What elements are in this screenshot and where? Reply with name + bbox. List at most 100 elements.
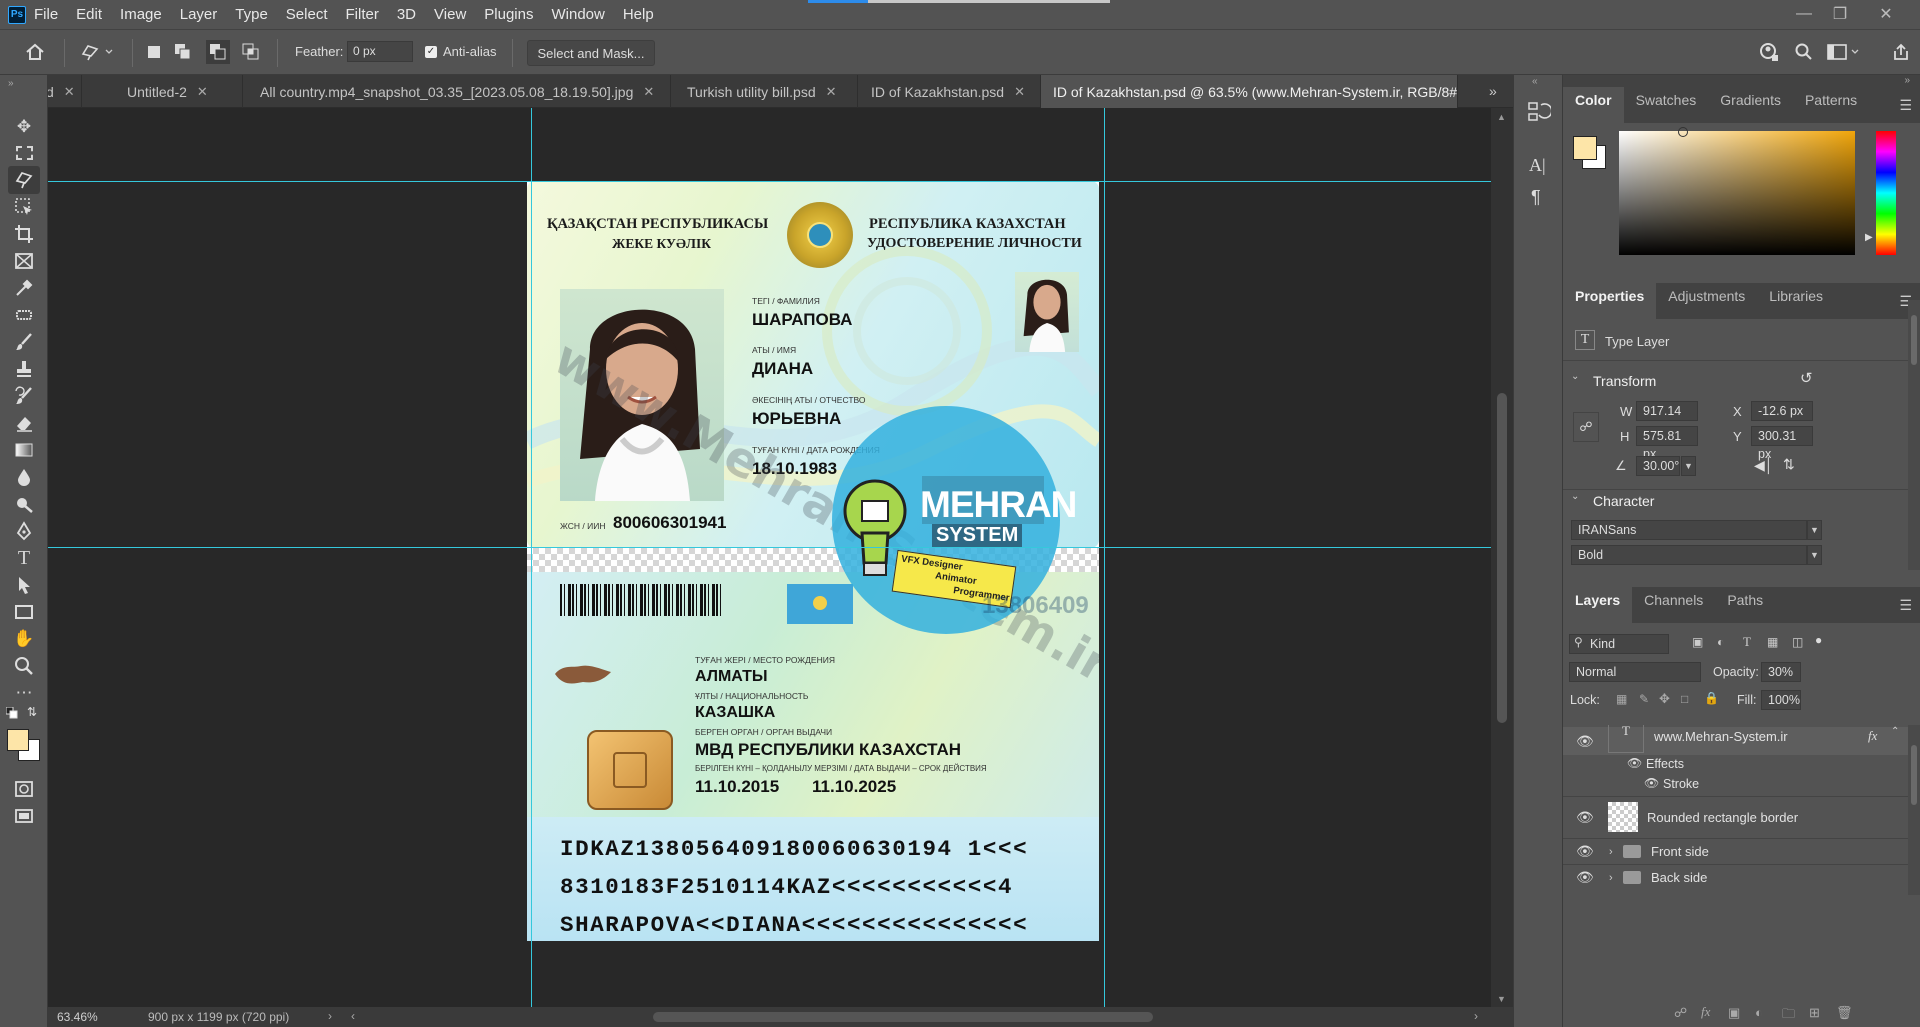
status-arrow-icon[interactable]: › (328, 1009, 332, 1023)
layer-stroke-row[interactable]: 👁 Stroke (1609, 775, 1908, 795)
layer-fx-icon[interactable]: fx (1868, 728, 1877, 744)
tab-swatches[interactable]: Swatches (1624, 87, 1709, 123)
stamp-tool-icon[interactable] (8, 355, 40, 383)
guide-vertical-2[interactable] (1104, 108, 1105, 1007)
swap-colors-icon[interactable]: ⇅ (27, 705, 37, 719)
tab-layers[interactable]: Layers (1563, 587, 1633, 623)
share-user-icon[interactable] (1757, 40, 1781, 64)
filter-smart-object-icon[interactable]: ◫ (1792, 635, 1803, 649)
color-panel-menu-icon[interactable]: ☰ (1899, 97, 1912, 114)
foreground-color-swatch[interactable] (7, 729, 29, 751)
properties-scrollbar[interactable] (1908, 300, 1920, 570)
tab-gradients[interactable]: Gradients (1708, 87, 1793, 123)
type-tool-icon[interactable]: T (8, 544, 40, 572)
new-selection-icon[interactable] (143, 40, 165, 64)
scroll-up-icon[interactable]: ▲ (1497, 112, 1506, 122)
tab-3[interactable]: All country.mp4_snapshot_03.35_[2023.05.… (243, 75, 671, 108)
collapse-right-icon[interactable]: » (1904, 75, 1910, 86)
horizontal-scroll-thumb[interactable] (653, 1012, 1153, 1022)
paragraph-panel-icon[interactable]: ¶ (1531, 187, 1541, 208)
character-panel-icon[interactable]: A| (1529, 155, 1546, 176)
menu-view[interactable]: View (434, 6, 466, 23)
tab-libraries[interactable]: Libraries (1757, 283, 1835, 319)
tab-2[interactable]: Untitled-2 ✕ (88, 75, 243, 108)
font-family-select[interactable]: IRANSans (1571, 520, 1807, 540)
visibility-eye-icon[interactable]: 👁 (1576, 733, 1594, 750)
vertical-scroll-thumb[interactable] (1497, 393, 1507, 723)
layer-row-front-side[interactable]: 👁 › Front side (1563, 838, 1908, 864)
lock-image-icon[interactable]: ✎ (1639, 692, 1649, 706)
link-layers-icon[interactable]: ☍ (1674, 1005, 1687, 1021)
blur-tool-icon[interactable] (8, 463, 40, 491)
guide-vertical-1[interactable] (531, 108, 532, 1007)
add-style-icon[interactable]: fx (1701, 1004, 1710, 1020)
tab-properties[interactable]: Properties (1563, 283, 1657, 319)
object-selection-tool-icon[interactable] (8, 193, 40, 221)
flip-horizontal-icon[interactable]: ◀│ (1754, 457, 1774, 474)
scroll-down-icon[interactable]: ▼ (1497, 994, 1506, 1004)
angle-dropdown-icon[interactable]: ▼ (1681, 456, 1696, 476)
menu-layer[interactable]: Layer (180, 6, 218, 23)
new-layer-icon[interactable]: ⊞ (1809, 1005, 1820, 1021)
layers-panel-menu-icon[interactable]: ☰ (1899, 597, 1912, 614)
link-dimensions-icon[interactable]: ☍ (1573, 412, 1599, 442)
rectangle-tool-icon[interactable] (8, 598, 40, 626)
menu-filter[interactable]: Filter (346, 6, 379, 23)
height-field[interactable]: 575.81 px (1636, 426, 1698, 461)
restore-icon[interactable]: ❐ (1820, 4, 1860, 24)
width-field[interactable]: 917.14 px (1636, 401, 1698, 436)
hue-marker-icon[interactable]: ▶ (1865, 232, 1873, 243)
history-panel-icon[interactable] (1527, 101, 1553, 125)
font-style-dropdown-icon[interactable]: ▼ (1807, 545, 1822, 565)
lock-artboard-icon[interactable]: □ (1681, 692, 1688, 706)
filter-pixel-icon[interactable]: ▣ (1692, 635, 1703, 649)
tab-patterns[interactable]: Patterns (1793, 87, 1869, 123)
scroll-right-icon[interactable]: › (1474, 1009, 1478, 1023)
minimize-icon[interactable]: — (1784, 4, 1824, 24)
lasso-preset-icon[interactable] (76, 40, 116, 64)
brush-tool-icon[interactable] (8, 328, 40, 356)
filter-type-icon[interactable]: T (1743, 634, 1751, 650)
new-adjustment-icon[interactable]: ◐ (1755, 1005, 1763, 1020)
close-tab-icon[interactable]: ✕ (197, 84, 208, 100)
move-tool-icon[interactable]: ✥ (8, 113, 40, 141)
guide-horizontal-2[interactable] (48, 547, 1491, 548)
tab-adjustments[interactable]: Adjustments (1656, 283, 1757, 319)
select-and-mask-button[interactable]: Select and Mask... (527, 40, 655, 66)
default-colors-icon[interactable] (5, 706, 18, 719)
new-group-icon[interactable]: 🗀 (1782, 1005, 1795, 1027)
tab-5[interactable]: ID of Kazakhstan.psd ✕ (858, 75, 1041, 108)
flip-vertical-icon[interactable]: ⇅ (1783, 456, 1795, 473)
lock-position-icon[interactable]: ✥ (1659, 691, 1670, 707)
filter-adjustment-icon[interactable]: ◐ (1717, 635, 1724, 649)
zoom-tool-icon[interactable] (8, 652, 40, 680)
collapse-toolbar-icon[interactable]: » (8, 78, 14, 89)
menu-plugins[interactable]: Plugins (484, 6, 533, 23)
layers-scrollbar[interactable] (1908, 725, 1920, 895)
menu-help[interactable]: Help (623, 6, 654, 23)
tab-1[interactable]: d✕ (48, 75, 82, 108)
tab-paths[interactable]: Paths (1715, 587, 1775, 623)
menu-edit[interactable]: Edit (76, 6, 102, 23)
menu-image[interactable]: Image (120, 6, 162, 23)
layer-row-watermark[interactable]: 👁 T www.Mehran-System.ir fx ⌃ (1563, 723, 1908, 755)
photoshop-logo-icon[interactable]: Ps (8, 5, 26, 24)
menu-file[interactable]: File (34, 6, 58, 23)
blend-mode-select[interactable]: Normal (1569, 662, 1701, 682)
close-tab-icon[interactable]: ✕ (1014, 84, 1025, 100)
filter-shape-icon[interactable]: ▦ (1767, 635, 1778, 649)
delete-layer-icon[interactable]: 🗑 (1836, 1005, 1853, 1021)
lasso-tool-icon[interactable] (8, 166, 40, 194)
close-tab-icon[interactable]: ✕ (826, 84, 837, 100)
eyedropper-tool-icon[interactable] (8, 274, 40, 302)
pen-tool-icon[interactable] (8, 517, 40, 545)
zoom-level[interactable]: 63.46% (57, 1010, 98, 1024)
scroll-left-icon[interactable]: ‹ (351, 1009, 355, 1023)
dodge-tool-icon[interactable] (8, 490, 40, 518)
gradient-tool-icon[interactable] (8, 436, 40, 464)
transform-collapse-icon[interactable]: ⌄ (1571, 371, 1579, 382)
opacity-field[interactable]: 30% (1761, 662, 1801, 682)
antialias-checkbox[interactable]: ✓ (425, 46, 437, 58)
layer-kind-filter[interactable]: Kind (1569, 634, 1669, 654)
tab-color[interactable]: Color (1563, 87, 1624, 123)
